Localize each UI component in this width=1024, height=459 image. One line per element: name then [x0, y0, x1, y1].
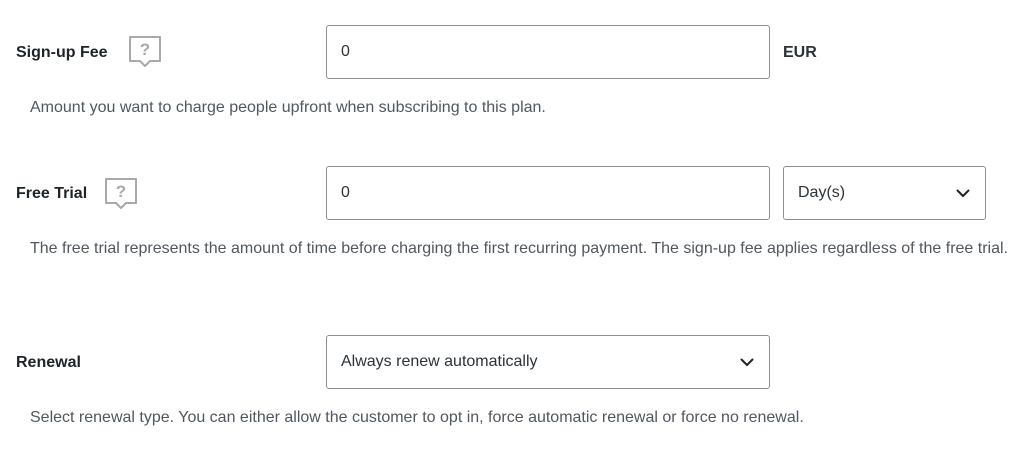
- svg-text:?: ?: [140, 40, 150, 59]
- renewal-description: Select renewal type. You can either allo…: [30, 409, 804, 426]
- signup-fee-input[interactable]: [326, 25, 770, 79]
- free-trial-unit-value: Day(s): [798, 184, 846, 201]
- svg-text:?: ?: [116, 182, 126, 201]
- signup-fee-description: Amount you want to charge people upfront…: [30, 99, 546, 116]
- signup-fee-help-icon[interactable]: ?: [128, 35, 162, 69]
- free-trial-unit-select[interactable]: Day(s): [783, 166, 986, 220]
- renewal-label: Renewal: [16, 354, 81, 371]
- free-trial-label: Free Trial: [16, 185, 88, 202]
- chevron-down-icon: [956, 189, 970, 197]
- free-trial-input[interactable]: [326, 166, 770, 220]
- signup-fee-label: Sign-up Fee: [16, 44, 108, 61]
- currency-label: EUR: [783, 44, 817, 61]
- renewal-select-value: Always renew automatically: [341, 353, 538, 370]
- free-trial-description: The free trial represents the amount of …: [30, 240, 1008, 257]
- question-bubble-icon: ?: [105, 178, 137, 209]
- renewal-select[interactable]: Always renew automatically: [326, 335, 770, 389]
- question-bubble-icon: ?: [129, 36, 161, 67]
- chevron-down-icon: [740, 358, 754, 366]
- free-trial-help-icon[interactable]: ?: [104, 177, 138, 211]
